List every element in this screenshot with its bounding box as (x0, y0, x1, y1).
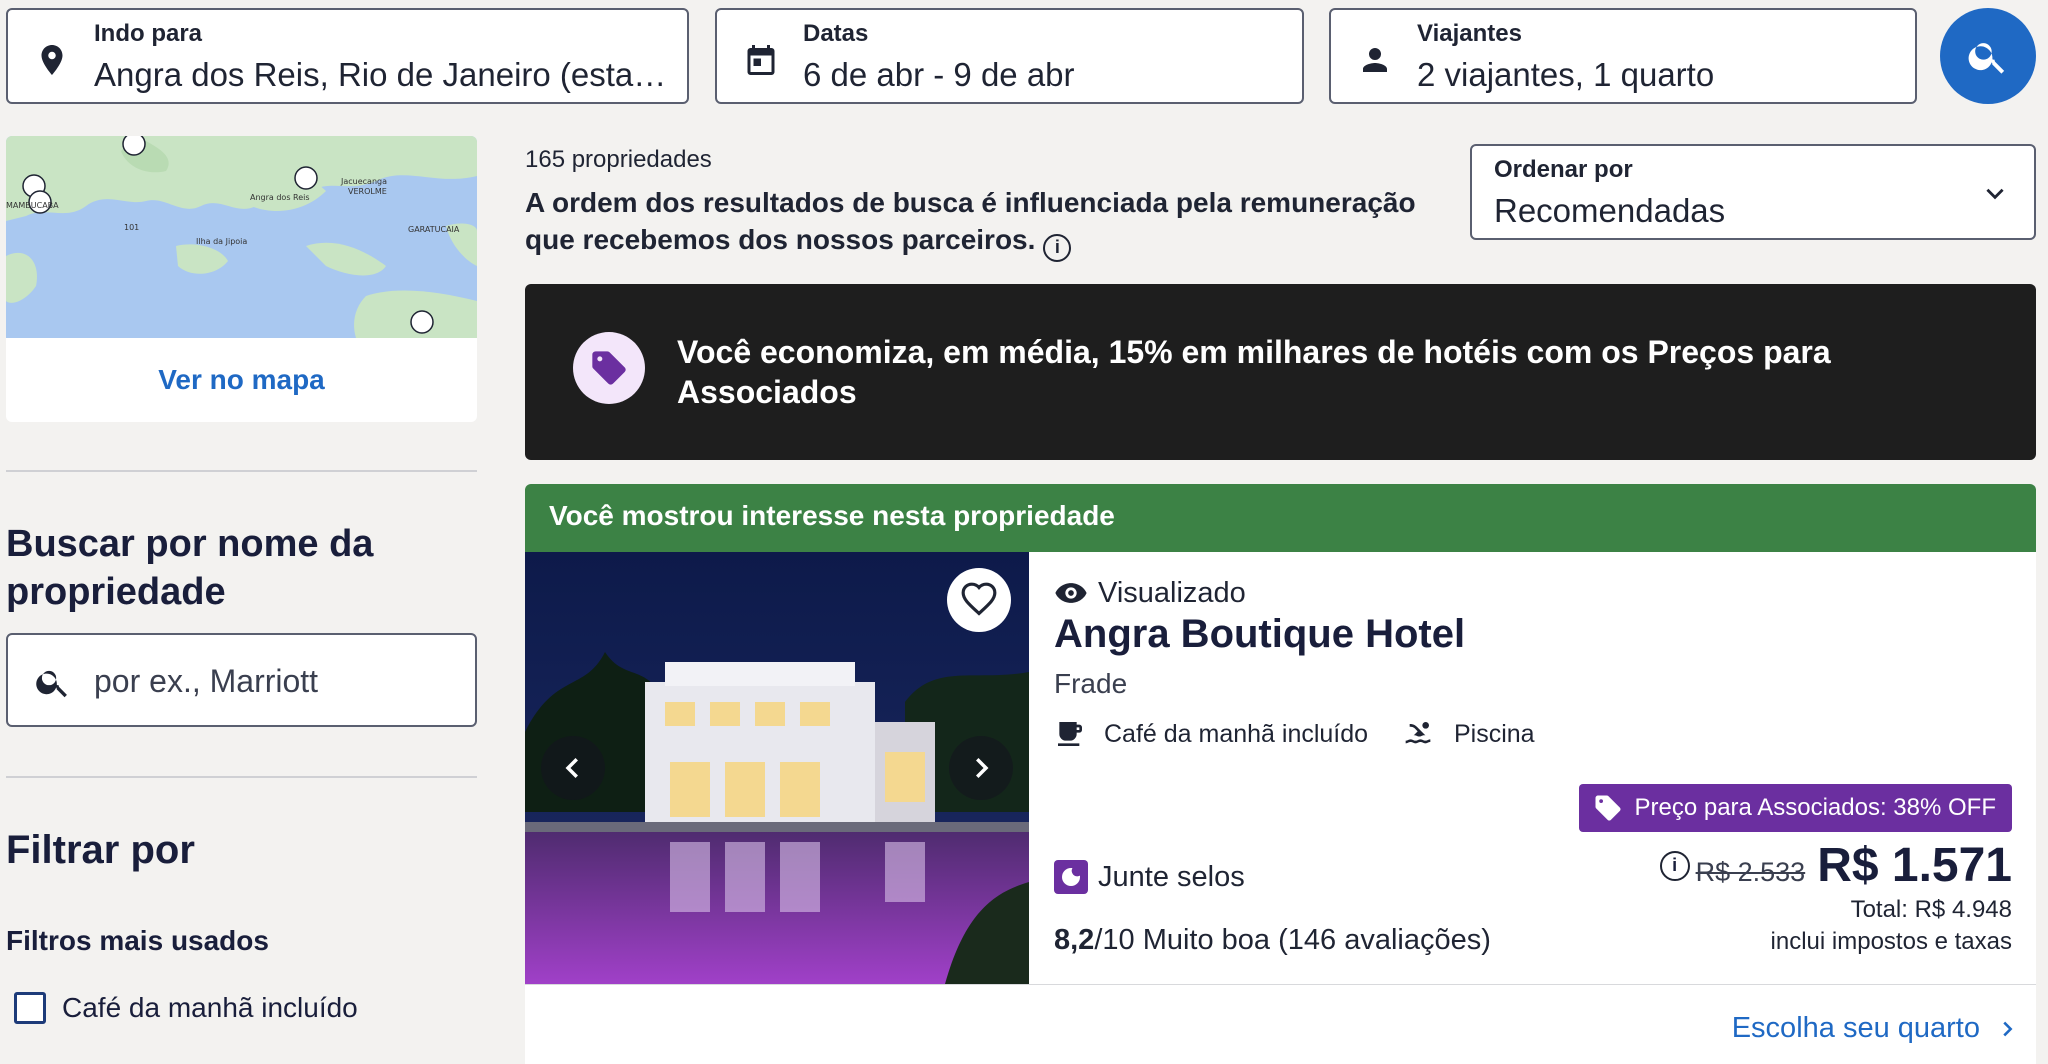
chevron-right-icon (976, 758, 989, 778)
property-search-title: Buscar por nome da propriedade (6, 523, 374, 613)
interest-banner: Você mostrou interesse nesta propriedade (525, 484, 2036, 552)
chevron-left-icon (565, 758, 578, 778)
travelers-label: Viajantes (1417, 20, 1522, 47)
filter-title: Filtrar por (6, 828, 195, 872)
sort-dropdown[interactable]: Ordenar por Recomendadas (1470, 144, 2036, 240)
breakfast-filter-label[interactable]: Café da manhã incluído (62, 992, 358, 1024)
dates-label: Datas (803, 20, 869, 47)
save-favorite-button[interactable] (947, 568, 1011, 632)
eye-icon (1055, 583, 1087, 603)
rating: 8,2/10 Muito boa (146 avaliações) (1054, 924, 1491, 957)
member-price-label: Preço para Associados: 38% OFF (1634, 794, 1997, 821)
destination-label: Indo para (94, 20, 203, 47)
property-name-input[interactable]: por ex., Marriott (6, 633, 477, 727)
ranking-disclaimer-text: A ordem dos resultados de busca é influe… (525, 187, 1416, 255)
sort-value: Recomendadas (1494, 192, 1726, 229)
price-tag-icon (1595, 795, 1620, 821)
map-thumbnail[interactable]: Angra dos Reis Jacuecanga VEROLME Ilha d… (6, 136, 477, 338)
search-icon (36, 670, 67, 698)
hotel-location: Frade (1054, 668, 1128, 699)
amenity-breakfast: Café da manhã incluído (1054, 718, 1368, 750)
map-label-angra: Angra dos Reis (250, 193, 310, 202)
viewed-label: Visualizado (1098, 576, 1246, 609)
pool-icon (1405, 722, 1431, 744)
choose-room-label: Escolha seu quarto (1731, 1012, 1980, 1044)
member-promo-banner: Você economiza, em média, 15% em milhare… (525, 284, 2036, 460)
chevron-right-icon (2003, 1021, 2013, 1036)
rating-text: /10 Muito boa (146 avaliações) (1094, 924, 1491, 956)
next-photo-button[interactable] (949, 736, 1013, 800)
dates-field[interactable]: Datas 6 de abr - 9 de abr (715, 8, 1304, 104)
map-label-jipoia: Ilha da Jipoia (196, 237, 247, 246)
taxes-note: inclui impostos e taxas (1770, 928, 2012, 955)
search-button[interactable] (1940, 8, 2036, 104)
map-label-garatucaia: GARATUCAIA (408, 225, 460, 234)
total-price: Total: R$ 4.948 (1850, 896, 2012, 923)
divider (525, 984, 2036, 985)
hotel-name[interactable]: Angra Boutique Hotel (1054, 612, 1465, 657)
chevron-down-icon (1986, 188, 2004, 200)
amenity-pool-label: Piscina (1454, 719, 1535, 748)
hotel-card[interactable]: Visualizado Angra Boutique Hotel Frade C… (525, 552, 2036, 1064)
divider (6, 470, 477, 472)
choose-room-link[interactable]: Escolha seu quarto (1732, 1012, 2018, 1045)
coffee-icon (1058, 722, 1082, 746)
filter-subtitle: Filtros mais usados (6, 925, 269, 956)
member-price-badge: Preço para Associados: 38% OFF (1578, 784, 2012, 832)
destination-value: Angra dos Reis, Rio de Janeiro (estad... (94, 56, 674, 93)
amenity-breakfast-label: Café da manhã incluído (1104, 719, 1369, 748)
moon-icon (1054, 860, 1088, 894)
dates-value: 6 de abr - 9 de abr (803, 56, 1075, 93)
breakfast-filter-checkbox[interactable] (14, 992, 46, 1024)
search-icon (1968, 43, 2005, 74)
results-count: 165 propriedades (525, 146, 712, 173)
location-pin-icon (41, 45, 63, 75)
view-map-link[interactable]: Ver no mapa (6, 338, 477, 422)
info-icon[interactable]: i (1659, 850, 1690, 881)
map-label-101: 101 (124, 223, 139, 232)
person-icon (1363, 48, 1387, 72)
heart-icon (961, 582, 997, 616)
amenity-pool: Piscina (1402, 718, 1535, 750)
price-tag-badge (573, 332, 645, 404)
property-name-placeholder: por ex., Marriott (94, 663, 319, 699)
current-price: R$ 1.571 (1817, 839, 2012, 892)
rating-score: 8,2 (1054, 924, 1095, 956)
member-promo-text: Você economiza, em média, 15% em milhare… (677, 334, 1831, 410)
map-label-mambucaba: MAMBUCABA (6, 201, 59, 210)
sort-label: Ordenar por (1494, 156, 1633, 183)
collect-stamps: Junte selos (1054, 860, 1245, 894)
map-label-jacuecanga: Jacuecanga (340, 177, 387, 186)
stamps-label: Junte selos (1098, 860, 1245, 893)
map-label-verolme: VEROLME (348, 187, 387, 196)
price-row: i R$ 2.533 R$ 1.571 (1659, 838, 2012, 893)
travelers-field[interactable]: Viajantes 2 viajantes, 1 quarto (1329, 8, 1917, 104)
destination-field[interactable]: Indo para Angra dos Reis, Rio de Janeiro… (6, 8, 689, 104)
price-tag-icon (592, 351, 626, 385)
old-price: R$ 2.533 (1695, 857, 1806, 887)
hotel-photo[interactable] (525, 552, 1029, 984)
travelers-value: 2 viajantes, 1 quarto (1417, 56, 1715, 93)
calendar-icon (747, 45, 775, 75)
info-icon[interactable]: i (1043, 234, 1072, 262)
map-card[interactable]: Angra dos Reis Jacuecanga VEROLME Ilha d… (6, 136, 477, 422)
viewed-indicator: Visualizado (1054, 576, 1246, 610)
previous-photo-button[interactable] (541, 736, 605, 800)
divider (6, 776, 477, 778)
ranking-disclaimer: A ordem dos resultados de busca é influe… (525, 184, 1455, 262)
